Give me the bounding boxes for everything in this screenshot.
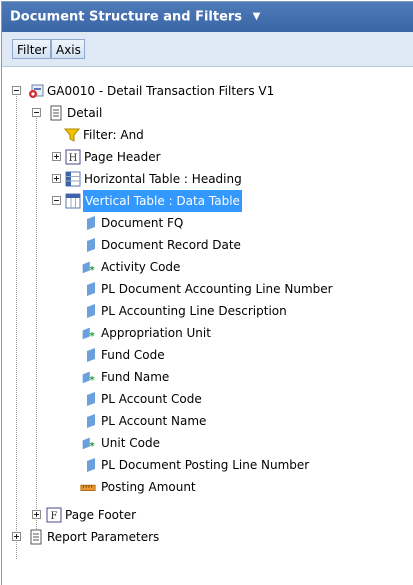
tree-item-label: PL Accounting Line Description [101,304,287,318]
tree-item-label: Unit Code [101,436,160,450]
expand-icon[interactable] [52,152,61,161]
svg-text:*: * [89,441,94,451]
horizontal-table-icon [65,171,81,187]
panel-title-bar[interactable]: Document Structure and Filters ▼ [2,2,413,32]
tree-item-label: Filter: And [83,128,144,142]
vertical-table-icon [65,193,81,209]
collapse-icon[interactable] [32,108,41,117]
measure-object-icon [87,414,95,428]
tree-item-label: Fund Name [101,370,170,384]
variable-object-icon: * [82,327,95,341]
document-structure-panel: Document Structure and Filters ▼ Filter … [1,1,413,585]
panel-title: Document Structure and Filters [10,9,243,25]
tree-item-label: PL Account Name [101,414,207,428]
measure-ruler-icon [80,484,96,491]
header-section-icon: H [65,149,81,165]
variable-object-icon: * [82,371,95,385]
page-icon [50,105,62,121]
tree-item-label: Document Record Date [101,238,241,252]
tree-item-label: Activity Code [101,260,181,274]
tree-item-label: Page Footer [65,508,137,522]
expand-icon[interactable] [32,510,41,519]
svg-text:*: * [89,331,94,341]
tree-item-label: Document FQ [101,216,184,230]
expand-icon[interactable] [12,532,21,541]
page-icon [30,529,42,545]
collapse-icon[interactable] [12,86,21,95]
variable-object-icon: * [82,261,95,275]
measure-object-icon [87,216,95,230]
report-icon [29,84,44,98]
axis-button[interactable]: Axis [51,39,85,59]
tree-item-label: Vertical Table : Data Table [83,190,242,212]
filter-button[interactable]: Filter [12,39,51,59]
svg-text:*: * [89,375,94,385]
measure-object-icon [87,282,95,296]
filter-funnel-icon [64,128,80,142]
measure-object-icon [87,348,95,362]
measure-object-icon [87,238,95,252]
measure-object-icon [87,392,95,406]
tree-guide-line [36,113,37,537]
tree-item-label: PL Document Posting Line Number [101,458,310,472]
chevron-down-icon[interactable]: ▼ [253,2,261,32]
tree-item-label: Detail [67,106,103,120]
variable-object-icon: * [82,437,95,451]
svg-text:*: * [89,265,94,275]
tree-item-label: Horizontal Table : Heading [84,172,242,186]
svg-text:H: H [69,153,78,164]
panel-toolbar: Filter Axis [2,32,413,67]
expand-icon[interactable] [52,174,61,183]
tree-item-label: Posting Amount [101,480,196,494]
svg-text:F: F [51,511,58,522]
tree-item-label: GA0010 - Detail Transaction Filters V1 [47,84,275,98]
tree-item-label: Fund Code [101,348,165,362]
measure-object-icon [87,304,95,318]
tree-item-label: Appropriation Unit [101,326,211,340]
tree-guide-line [16,91,17,559]
tree-item-label: Page Header [84,150,161,164]
footer-section-icon: F [46,507,62,523]
tree-item-label: PL Account Code [101,392,202,406]
measure-object-icon [87,458,95,472]
tree-item-label: PL Document Accounting Line Number [101,282,333,296]
collapse-icon[interactable] [52,196,61,205]
tree-item-label: Report Parameters [47,530,160,544]
